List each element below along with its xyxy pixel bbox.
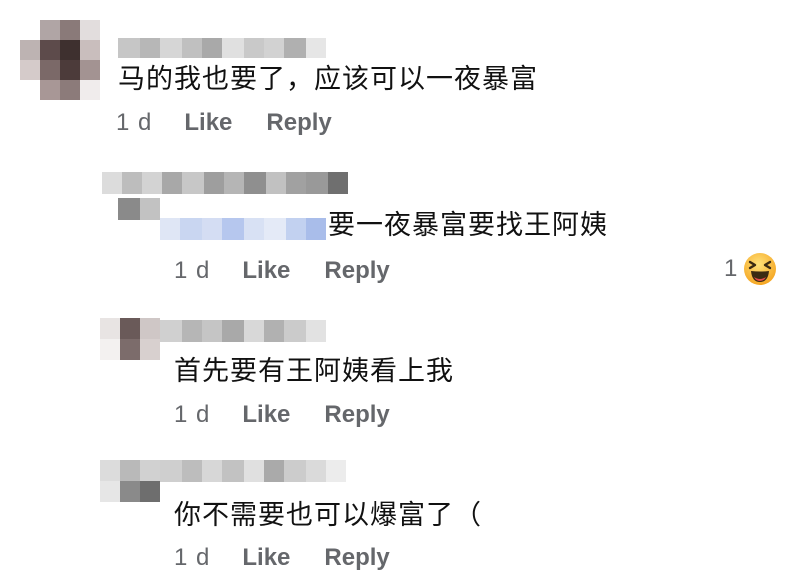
laughing-emoji-icon: [744, 253, 777, 285]
like-button[interactable]: Like: [242, 543, 290, 573]
like-button[interactable]: Like: [184, 108, 232, 138]
author-name-blurred[interactable]: [160, 460, 346, 482]
comment-text: 首先要有王阿姨看上我: [174, 356, 454, 386]
avatar[interactable]: [20, 20, 100, 100]
author-name-blurred[interactable]: [160, 320, 326, 342]
reply-button[interactable]: Reply: [266, 108, 331, 138]
comment-text: 你不需要也可以爆富了（: [174, 500, 482, 530]
reaction-count: 1: [724, 255, 738, 282]
author-name-blurred[interactable]: [118, 38, 326, 58]
comment-timestamp[interactable]: 1 d: [174, 543, 210, 573]
reply-button[interactable]: Reply: [324, 256, 389, 286]
reaction-summary[interactable]: 1: [724, 252, 777, 286]
like-button[interactable]: Like: [242, 400, 290, 430]
author-avatar-blurred[interactable]: [118, 198, 160, 220]
comment-text: 要一夜暴富要找王阿姨: [328, 210, 608, 240]
reply-button[interactable]: Reply: [324, 543, 389, 573]
comment-timestamp[interactable]: 1 d: [116, 108, 152, 138]
like-button[interactable]: Like: [242, 256, 290, 286]
comment-text: 马的我也要了，应该可以一夜暴富: [118, 64, 538, 94]
avatar[interactable]: [100, 460, 160, 502]
comment-timestamp[interactable]: 1 d: [174, 400, 210, 430]
reply-button[interactable]: Reply: [324, 400, 389, 430]
avatar[interactable]: [100, 318, 160, 360]
comment-timestamp[interactable]: 1 d: [174, 256, 210, 286]
author-name-blurred[interactable]: [102, 172, 348, 194]
mentioned-user-tag-blurred[interactable]: [160, 218, 326, 240]
